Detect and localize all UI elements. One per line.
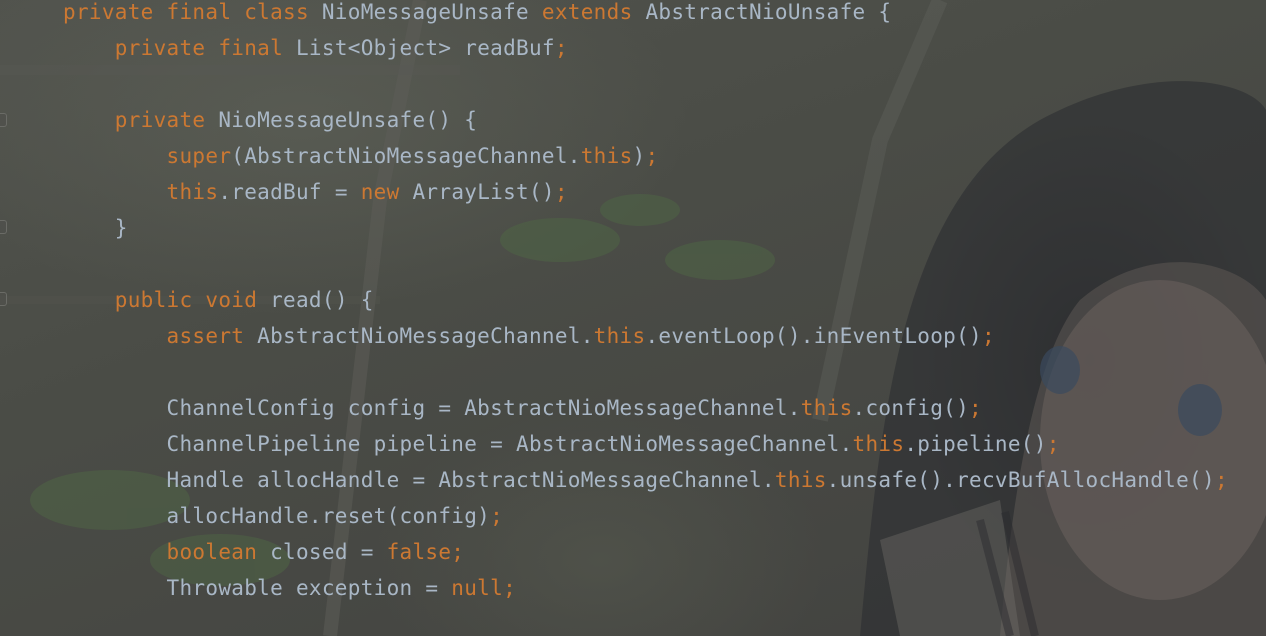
keyword-token: this [774, 468, 827, 492]
keyword-token: extends [541, 0, 633, 24]
code-line[interactable]: boolean closed = false; [63, 540, 464, 576]
keyword-token: ; [490, 504, 504, 528]
code-token: .readBuf = [218, 180, 361, 204]
keyword-token: private final class [63, 0, 309, 24]
editor-gutter [0, 0, 14, 636]
keyword-token: ; [1046, 432, 1060, 456]
code-token: ArrayList() [399, 180, 555, 204]
code-token: ChannelConfig config = AbstractNioMessag… [63, 396, 801, 420]
code-line[interactable]: private NioMessageUnsafe() { [63, 108, 477, 144]
keyword-token: this [580, 144, 633, 168]
code-editor[interactable]: private final class NioMessageUnsafe ext… [0, 0, 1266, 636]
keyword-token: ; [554, 180, 568, 204]
code-token: List<Object> readBuf [283, 36, 555, 60]
keyword-token: assert [63, 324, 245, 348]
fold-marker-icon[interactable] [0, 220, 7, 234]
code-token: AbstractNioMessageChannel. [244, 324, 594, 348]
keyword-token: this [63, 180, 219, 204]
code-line[interactable]: private final List<Object> readBuf; [63, 36, 568, 72]
code-token: } [63, 216, 128, 240]
code-token: .unsafe().recvBufAllocHandle() [826, 468, 1215, 492]
keyword-token: false; [386, 540, 465, 564]
keyword-token: ; [981, 324, 995, 348]
keyword-token: ; [554, 36, 568, 60]
code-line[interactable]: } [63, 216, 128, 252]
keyword-token: this [852, 432, 905, 456]
code-line[interactable]: public void read() { [63, 288, 374, 324]
keyword-token: private [63, 108, 206, 132]
code-line[interactable]: allocHandle.reset(config); [63, 504, 503, 540]
keyword-token: super [63, 144, 232, 168]
code-token: Throwable exception = [63, 576, 452, 600]
keyword-token: ; [969, 396, 982, 420]
code-token: .eventLoop().inEventLoop() [645, 324, 982, 348]
code-line[interactable]: Handle allocHandle = AbstractNioMessageC… [63, 468, 1228, 504]
keyword-token: null; [451, 576, 517, 600]
code-line[interactable]: Throwable exception = null; [63, 576, 516, 612]
code-line[interactable]: private final class NioMessageUnsafe ext… [63, 0, 891, 36]
keyword-token: this [593, 324, 646, 348]
code-token: ) [632, 144, 646, 168]
code-token: AbstractNioUnsafe { [632, 0, 892, 24]
code-token: read() { [257, 288, 374, 312]
fold-marker-icon[interactable] [0, 292, 7, 306]
fold-marker-icon[interactable] [0, 113, 7, 127]
code-line[interactable]: this.readBuf = new ArrayList(); [63, 180, 568, 216]
code-token: NioMessageUnsafe() { [205, 108, 478, 132]
keyword-token: public void [63, 288, 258, 312]
code-token: allocHandle.reset(config) [63, 504, 491, 528]
keyword-token: this [800, 396, 853, 420]
keyword-token: ; [645, 144, 659, 168]
code-line[interactable]: ChannelPipeline pipeline = AbstractNioMe… [63, 432, 1060, 468]
code-line[interactable]: ChannelConfig config = AbstractNioMessag… [63, 396, 982, 432]
keyword-token: boolean [63, 540, 258, 564]
code-token: .pipeline() [904, 432, 1047, 456]
code-token: (AbstractNioMessageChannel. [231, 144, 581, 168]
code-token: .config() [852, 396, 970, 420]
code-token: ChannelPipeline pipeline = AbstractNioMe… [63, 432, 853, 456]
code-line[interactable]: assert AbstractNioMessageChannel.this.ev… [63, 324, 995, 360]
code-token: Handle allocHandle = AbstractNioMessageC… [63, 468, 775, 492]
code-line[interactable]: super(AbstractNioMessageChannel.this); [63, 144, 659, 180]
keyword-token: new [360, 180, 400, 204]
keyword-token: ; [1214, 468, 1228, 492]
code-token: closed = [257, 540, 387, 564]
keyword-token: private final [63, 36, 284, 60]
code-token: NioMessageUnsafe [308, 0, 542, 24]
